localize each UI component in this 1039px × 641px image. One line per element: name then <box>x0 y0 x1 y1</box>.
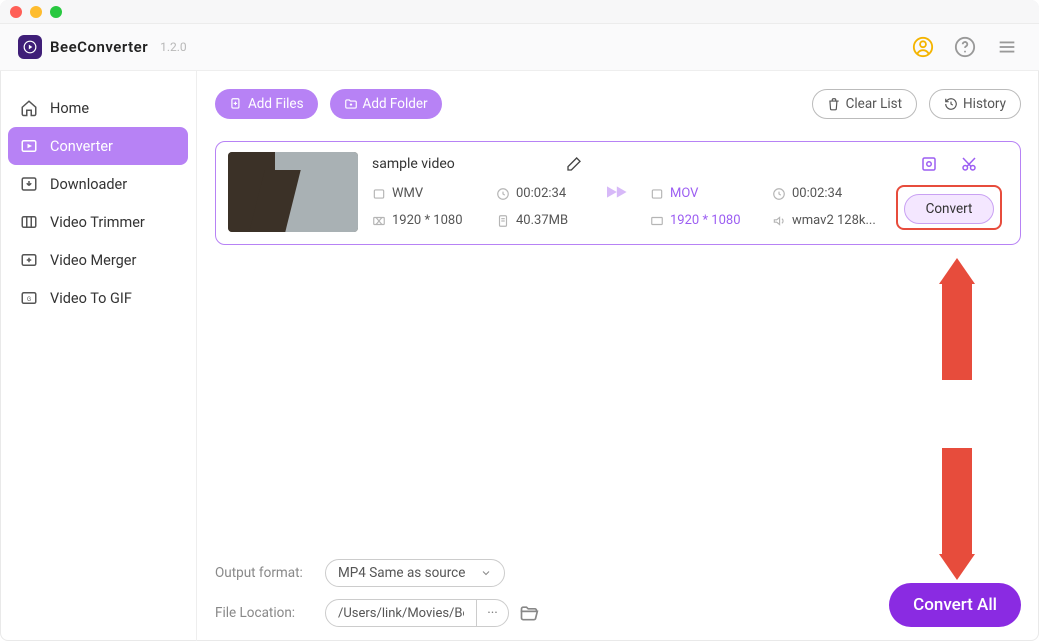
download-icon <box>18 173 40 195</box>
gif-icon: G <box>18 287 40 309</box>
sidebar-item-label: Home <box>50 100 89 117</box>
app-header: BeeConverter 1.2.0 <box>0 24 1039 71</box>
app-window: BeeConverter 1.2.0 Home Converter Dow <box>0 0 1039 641</box>
format-icon <box>372 187 386 201</box>
src-duration: 00:02:34 <box>516 186 566 201</box>
window-minimize-button[interactable] <box>30 6 42 18</box>
app-version: 1.2.0 <box>160 40 187 54</box>
add-files-icon <box>229 97 243 111</box>
clear-list-button[interactable]: Clear List <box>812 89 917 119</box>
help-icon[interactable] <box>951 33 979 61</box>
sidebar-item-trimmer[interactable]: Video Trimmer <box>8 203 188 241</box>
sidebar-item-label: Downloader <box>50 176 127 193</box>
merger-icon <box>18 249 40 271</box>
sidebar-item-label: Video Merger <box>50 252 136 269</box>
sidebar-item-downloader[interactable]: Downloader <box>8 165 188 203</box>
edit-title-icon[interactable] <box>566 156 582 172</box>
dst-resolution[interactable]: 1920 * 1080 <box>670 213 741 228</box>
home-icon <box>18 97 40 119</box>
app-name: BeeConverter <box>50 38 148 56</box>
output-format-value: MP4 Same as source <box>338 565 465 581</box>
video-thumbnail <box>228 152 358 232</box>
file-location-label: File Location: <box>215 605 311 621</box>
trimmer-icon <box>18 211 40 233</box>
convert-button-highlight: Convert <box>896 185 1002 230</box>
convert-button[interactable]: Convert <box>904 194 994 224</box>
open-folder-icon[interactable] <box>519 603 539 623</box>
src-resolution: 1920 * 1080 <box>392 213 463 228</box>
add-files-button[interactable]: Add Files <box>215 89 318 119</box>
main-panel: Add Files Add Folder Clear List History <box>197 71 1039 641</box>
window-maximize-button[interactable] <box>50 6 62 18</box>
src-format: WMV <box>392 186 423 201</box>
settings-mini-icon[interactable] <box>920 155 938 173</box>
sidebar-item-label: Converter <box>50 138 113 155</box>
toolbar: Add Files Add Folder Clear List History <box>215 89 1021 119</box>
history-button[interactable]: History <box>929 89 1021 119</box>
titlebar <box>0 0 1039 24</box>
window-close-button[interactable] <box>10 6 22 18</box>
menu-icon[interactable] <box>993 33 1021 61</box>
file-card: sample video WMV 00:02:34 1920 * 1080 40… <box>215 141 1021 245</box>
trash-icon <box>827 97 841 111</box>
dst-audio: wmav2 128k... <box>792 213 876 228</box>
output-format-label: Output format: <box>215 565 311 581</box>
format-icon <box>650 187 664 201</box>
sidebar-item-home[interactable]: Home <box>8 89 188 127</box>
add-files-label: Add Files <box>248 96 304 112</box>
conversion-arrow-icon <box>606 152 636 232</box>
svg-text:G: G <box>27 296 31 303</box>
app-logo <box>18 35 42 59</box>
file-title: sample video <box>372 156 455 172</box>
add-folder-icon <box>344 97 358 111</box>
chevron-down-icon <box>480 567 492 579</box>
add-folder-label: Add Folder <box>363 96 428 112</box>
output-format-select[interactable]: MP4 Same as source <box>325 559 505 587</box>
resolution-icon <box>650 214 664 228</box>
sidebar-item-merger[interactable]: Video Merger <box>8 241 188 279</box>
sidebar-item-label: Video To GIF <box>50 290 132 307</box>
cut-icon[interactable] <box>960 155 978 173</box>
sidebar-item-label: Video Trimmer <box>50 214 145 231</box>
dst-duration: 00:02:34 <box>792 186 842 201</box>
sidebar-item-gif[interactable]: G Video To GIF <box>8 279 188 317</box>
src-size: 40.37MB <box>516 213 568 228</box>
annotation-arrow-to-convert <box>942 280 972 380</box>
account-icon[interactable] <box>909 33 937 61</box>
converter-icon <box>18 135 40 157</box>
audio-icon <box>772 214 786 228</box>
size-icon <box>496 214 510 228</box>
dst-format[interactable]: MOV <box>670 186 698 201</box>
clock-icon <box>496 187 510 201</box>
file-location-input[interactable] <box>326 606 476 621</box>
history-label: History <box>963 96 1006 112</box>
clock-icon <box>772 187 786 201</box>
sidebar-item-converter[interactable]: Converter <box>8 127 188 165</box>
annotation-arrow-to-convert-all <box>942 448 972 558</box>
convert-all-button[interactable]: Convert All <box>889 583 1021 627</box>
bottom-bar: Output format: MP4 Same as source File L… <box>215 559 1021 627</box>
add-folder-button[interactable]: Add Folder <box>330 89 442 119</box>
browse-path-button[interactable]: ··· <box>476 600 508 626</box>
clear-list-label: Clear List <box>846 96 902 112</box>
sidebar: Home Converter Downloader Video Trimmer … <box>0 71 197 641</box>
resolution-icon <box>372 214 386 228</box>
history-icon <box>944 97 958 111</box>
